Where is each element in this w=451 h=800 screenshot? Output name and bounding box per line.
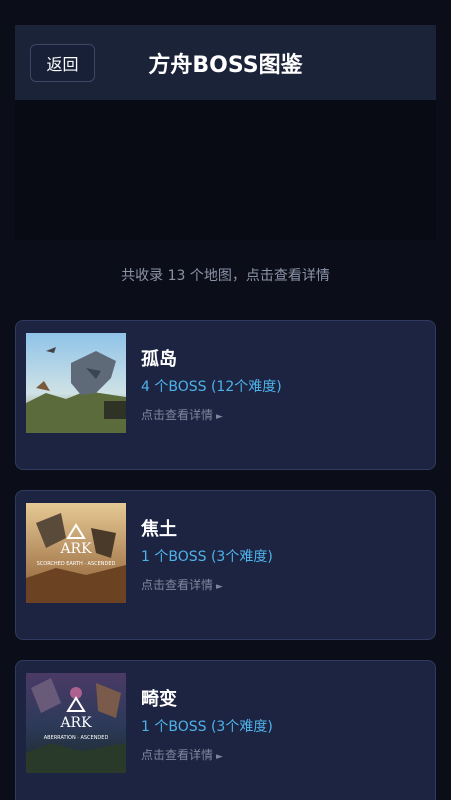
- detail-link[interactable]: 点击查看详情 ►: [141, 576, 223, 593]
- detail-link[interactable]: 点击查看详情 ►: [141, 406, 223, 423]
- right-triangle-icon: ►: [216, 582, 223, 592]
- aberration-artwork: ARK ABERRATION · ASCENDED: [26, 673, 126, 773]
- page: 返回 方舟BOSS图鉴 共收录 13 个地图，点击查看详情 孤岛 4 个BOSS…: [0, 0, 451, 800]
- summary-text: 共收录 13 个地图，点击查看详情: [121, 268, 330, 284]
- map-thumbnail-scorched-earth: ARK SCORCHED EARTH · ASCENDED: [26, 503, 126, 603]
- map-card-aberration[interactable]: ARK ABERRATION · ASCENDED 畸变 1 个BOSS (3个…: [15, 660, 436, 800]
- header-bar: 返回 方舟BOSS图鉴: [15, 25, 436, 100]
- right-triangle-icon: ►: [216, 752, 223, 762]
- map-thumbnail-aberration: ARK ABERRATION · ASCENDED: [26, 673, 126, 773]
- boss-count: 1 个BOSS (3个难度): [141, 719, 273, 735]
- map-name: 畸变: [141, 689, 177, 710]
- detail-link-label: 点击查看详情: [141, 748, 214, 762]
- page-title: 方舟BOSS图鉴: [148, 53, 303, 78]
- map-name: 焦土: [141, 519, 177, 540]
- boss-count: 4 个BOSS (12个难度): [141, 379, 282, 395]
- banner-area: [15, 100, 436, 240]
- scorched-earth-artwork: ARK SCORCHED EARTH · ASCENDED: [26, 503, 126, 603]
- thumbnail-logo: ARK: [59, 715, 92, 731]
- boss-count: 1 个BOSS (3个难度): [141, 549, 273, 565]
- right-triangle-icon: ►: [216, 412, 223, 422]
- thumbnail-logo: ARK: [59, 541, 92, 557]
- map-thumbnail-island: [26, 333, 126, 433]
- map-name: 孤岛: [141, 349, 177, 370]
- map-card-scorched-earth[interactable]: ARK SCORCHED EARTH · ASCENDED 焦土 1 个BOSS…: [15, 490, 436, 640]
- island-artwork: [26, 333, 126, 433]
- map-card-island[interactable]: 孤岛 4 个BOSS (12个难度) 点击查看详情 ►: [15, 320, 436, 470]
- detail-link[interactable]: 点击查看详情 ►: [141, 746, 223, 763]
- detail-link-label: 点击查看详情: [141, 578, 214, 592]
- detail-link-label: 点击查看详情: [141, 408, 214, 422]
- thumbnail-subtitle: SCORCHED EARTH · ASCENDED: [37, 561, 116, 567]
- thumbnail-subtitle: ABERRATION · ASCENDED: [44, 735, 109, 741]
